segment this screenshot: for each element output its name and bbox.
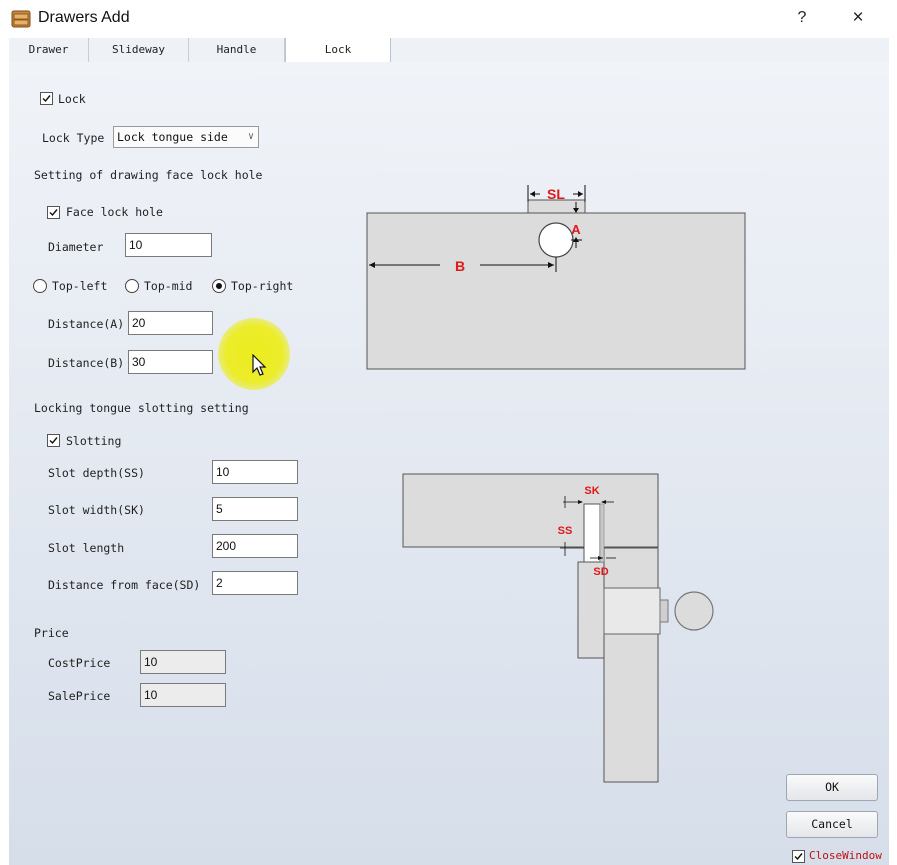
tongue-slot-diagram: SK SS SD [402, 473, 714, 783]
cancel-button[interactable]: Cancel [786, 811, 878, 838]
key-shape [674, 591, 714, 631]
top-mid-radio[interactable] [125, 279, 139, 293]
close-window-label: CloseWindow [809, 849, 882, 862]
lock-type-label: Lock Type [42, 131, 105, 145]
face-lock-hole-diagram: SL A B [366, 185, 746, 370]
top-mid-label: Top-mid [144, 279, 193, 293]
top-right-label: Top-right [231, 279, 294, 293]
slot-depth-input[interactable]: 10 [212, 460, 298, 484]
slot-width-input[interactable]: 5 [212, 497, 298, 521]
distance-b-label: Distance(B) [48, 356, 125, 370]
lock-cylinder-shape [603, 587, 661, 635]
slot-length-input[interactable]: 200 [212, 534, 298, 558]
sl-dimension-label: SL [547, 186, 565, 202]
tab-bar: Drawer Slideway Handle Lock [9, 38, 889, 63]
b-dimension-label: B [455, 258, 465, 274]
price-section-title: Price [34, 626, 69, 640]
close-window-checkbox[interactable] [792, 850, 805, 863]
distance-a-input[interactable]: 20 [128, 311, 213, 335]
mouse-cursor-icon [252, 354, 267, 376]
sale-price-label: SalePrice [48, 689, 111, 703]
ok-button[interactable]: OK [786, 774, 878, 801]
cost-price-input[interactable]: 10 [140, 650, 226, 674]
cost-price-label: CostPrice [48, 656, 111, 670]
sale-price-input[interactable]: 10 [140, 683, 226, 707]
distance-a-label: Distance(A) [48, 317, 125, 331]
close-button[interactable]: × [846, 7, 870, 29]
top-right-radio[interactable] [212, 279, 226, 293]
lock-type-select[interactable]: Lock tongue side ∨ [113, 126, 259, 148]
a-dimension-label: A [571, 222, 581, 237]
help-button[interactable]: ? [792, 9, 812, 27]
slotting-checkbox[interactable] [47, 434, 60, 447]
tab-lock[interactable]: Lock [285, 38, 391, 63]
slotting-section-title: Locking tongue slotting setting [34, 401, 249, 415]
lock-type-value: Lock tongue side [117, 130, 228, 144]
face-lock-hole-label: Face lock hole [66, 205, 163, 219]
sd-dimension-label: SD [593, 566, 608, 578]
drawer-front-shape [402, 473, 659, 548]
face-hole-section-title: Setting of drawing face lock hole [34, 168, 263, 182]
face-distance-input[interactable]: 2 [212, 571, 298, 595]
tab-handle[interactable]: Handle [189, 38, 285, 62]
ss-dimension-label: SS [558, 525, 573, 537]
side-panel-shape [603, 547, 659, 783]
lock-checkbox-label: Lock [58, 92, 86, 106]
slot-shape [583, 503, 601, 563]
lock-checkbox[interactable] [40, 92, 53, 105]
tab-slideway[interactable]: Slideway [89, 38, 189, 62]
window-title: Drawers Add [38, 9, 130, 26]
tab-drawer[interactable]: Drawer [9, 38, 89, 62]
drawer-app-icon [11, 10, 31, 28]
slot-depth-label: Slot depth(SS) [48, 466, 145, 480]
chevron-down-icon: ∨ [247, 131, 254, 142]
diameter-input[interactable]: 10 [125, 233, 212, 257]
sk-dimension-label: SK [584, 485, 599, 497]
top-left-radio[interactable] [33, 279, 47, 293]
title-bar: Drawers Add ? × [0, 0, 897, 38]
face-lock-hole-checkbox[interactable] [47, 206, 60, 219]
face-distance-label: Distance from face(SD) [48, 578, 201, 592]
lock-hole-circle [538, 222, 574, 258]
slotting-label: Slotting [66, 434, 122, 448]
slot-length-label: Slot length [48, 541, 125, 555]
distance-b-input[interactable]: 30 [128, 350, 213, 374]
slot-width-label: Slot width(SK) [48, 503, 145, 517]
diameter-label: Diameter [48, 240, 104, 254]
top-left-label: Top-left [52, 279, 108, 293]
